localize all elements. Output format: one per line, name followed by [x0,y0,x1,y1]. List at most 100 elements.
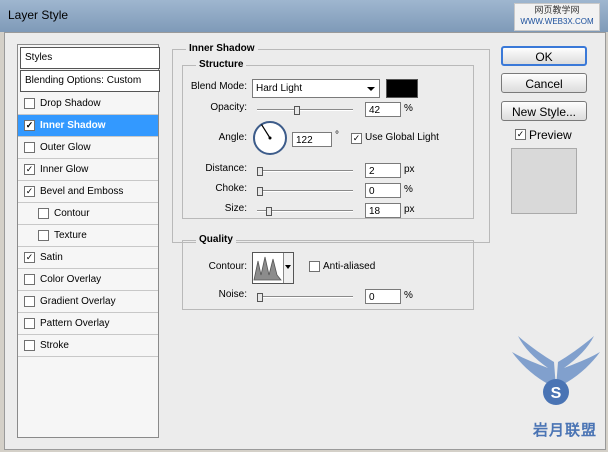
sidebar-item-outer-glow[interactable]: Outer Glow [18,137,158,159]
sidebar-item-label: Contour [54,208,90,219]
window-title: Layer Style [8,8,69,22]
sidebar-item-stroke[interactable]: Stroke [18,335,158,357]
choke-input[interactable]: 0 [365,183,401,198]
slider-track [257,109,353,111]
sidebar-item-texture[interactable]: Texture [18,225,158,247]
size-slider[interactable] [257,207,353,216]
sidebar-item-label: Styles [25,52,53,63]
sidebar-item-label: Inner Shadow [40,120,106,131]
title-bar: Layer Style 网页教学网 WWW.WEB3X.COM [0,0,608,32]
size-unit: px [404,204,415,215]
sidebar-item-satin[interactable]: ✓ Satin [18,247,158,269]
noise-input[interactable]: 0 [365,289,401,304]
sidebar-item-label: Satin [40,252,63,263]
chevron-down-icon [285,265,291,269]
sidebar-item-label: Bevel and Emboss [40,186,124,197]
opacity-unit: % [404,103,413,114]
inner-glow-checkbox[interactable]: ✓ [24,164,35,175]
blend-mode-value: Hard Light [256,83,303,94]
sidebar-item-blending-options[interactable]: Blending Options: Custom [20,70,160,92]
sidebar-item-label: Pattern Overlay [40,318,110,329]
sidebar-item-label: Gradient Overlay [40,296,116,307]
sidebar-item-drop-shadow[interactable]: Drop Shadow [18,93,158,115]
preview-label: Preview [529,128,572,142]
ok-button[interactable]: OK [501,46,587,66]
contour-label: Contour: [208,261,247,272]
size-input[interactable]: 18 [365,203,401,218]
sidebar-item-label: Outer Glow [40,142,91,153]
contour-checkbox[interactable] [38,208,49,219]
opacity-slider[interactable] [257,106,353,115]
drop-shadow-checkbox[interactable] [24,98,35,109]
watermark-logo: 网页教学网 WWW.WEB3X.COM [514,3,600,31]
blend-mode-label: Blend Mode: [190,81,247,92]
styles-list: Styles Blending Options: Custom Drop Sha… [17,44,160,438]
brand-text: 岩月联盟 [533,422,598,439]
cancel-button[interactable]: Cancel [501,73,587,93]
choke-label: Choke: [215,183,247,194]
slider-track [257,170,353,172]
noise-slider[interactable] [257,293,353,302]
sidebar-item-label: Texture [54,230,87,241]
noise-slider-thumb[interactable] [257,293,263,302]
noise-label: Noise: [218,289,247,300]
inner-shadow-checkbox[interactable]: ✓ [24,120,35,131]
sidebar-item-color-overlay[interactable]: Color Overlay [18,269,158,291]
sidebar-item-pattern-overlay[interactable]: Pattern Overlay [18,313,158,335]
chevron-down-icon [367,87,375,91]
distance-unit: px [404,164,415,175]
blend-mode-select[interactable]: Hard Light [252,79,380,98]
sidebar-item-inner-shadow[interactable]: ✓ Inner Shadow [18,115,158,137]
sidebar-item-label: Blending Options: Custom [25,75,142,86]
watermark-url: WWW.WEB3X.COM [520,17,594,26]
choke-slider[interactable] [257,187,353,196]
sidebar-item-inner-glow[interactable]: ✓ Inner Glow [18,159,158,181]
sidebar-item-label: Stroke [40,340,69,351]
angle-label: Angle: [218,132,247,143]
use-global-light-checkbox[interactable]: ✓ [351,133,362,144]
slider-track [257,190,353,192]
quality-title: Quality [196,234,236,245]
sidebar-item-label: Drop Shadow [40,98,101,109]
angle-dial-needle-icon [260,124,272,140]
opacity-label: Opacity: [210,102,247,113]
sidebar-item-label: Inner Glow [40,164,89,175]
opacity-input[interactable]: 42 [365,102,401,117]
color-overlay-checkbox[interactable] [24,274,35,285]
contour-curve-icon [253,256,282,281]
stroke-checkbox[interactable] [24,340,35,351]
angle-input[interactable]: 122 [292,132,332,147]
noise-unit: % [404,290,413,301]
anti-aliased-checkbox[interactable] [309,261,320,272]
distance-slider-thumb[interactable] [257,167,263,176]
bevel-and-emboss-checkbox[interactable]: ✓ [24,186,35,197]
brand-badge-letter: S [551,385,562,402]
shadow-color-swatch[interactable] [386,79,418,98]
sidebar-item-contour[interactable]: Contour [18,203,158,225]
sidebar-item-bevel-and-emboss[interactable]: ✓ Bevel and Emboss [18,181,158,203]
new-style-button[interactable]: New Style... [501,101,587,121]
outer-glow-checkbox[interactable] [24,142,35,153]
sidebar-item-gradient-overlay[interactable]: Gradient Overlay [18,291,158,313]
contour-picker[interactable] [252,252,294,284]
preview-checkbox[interactable]: ✓ [515,129,526,140]
slider-track [257,296,353,298]
choke-slider-thumb[interactable] [257,187,263,196]
gradient-overlay-checkbox[interactable] [24,296,35,307]
pattern-overlay-checkbox[interactable] [24,318,35,329]
texture-checkbox[interactable] [38,230,49,241]
size-label: Size: [224,203,247,214]
contour-dropdown-button[interactable] [283,253,293,283]
inner-shadow-title: Inner Shadow [186,43,258,54]
choke-unit: % [404,184,413,195]
style-preview-swatch [511,148,577,214]
distance-slider[interactable] [257,167,353,176]
wings-logo-icon: S [512,336,600,405]
sidebar-item-styles[interactable]: Styles [20,47,160,69]
angle-dial[interactable] [253,121,287,155]
structure-title: Structure [196,59,247,70]
distance-input[interactable]: 2 [365,163,401,178]
size-slider-thumb[interactable] [266,207,272,216]
satin-checkbox[interactable]: ✓ [24,252,35,263]
opacity-slider-thumb[interactable] [294,106,301,115]
